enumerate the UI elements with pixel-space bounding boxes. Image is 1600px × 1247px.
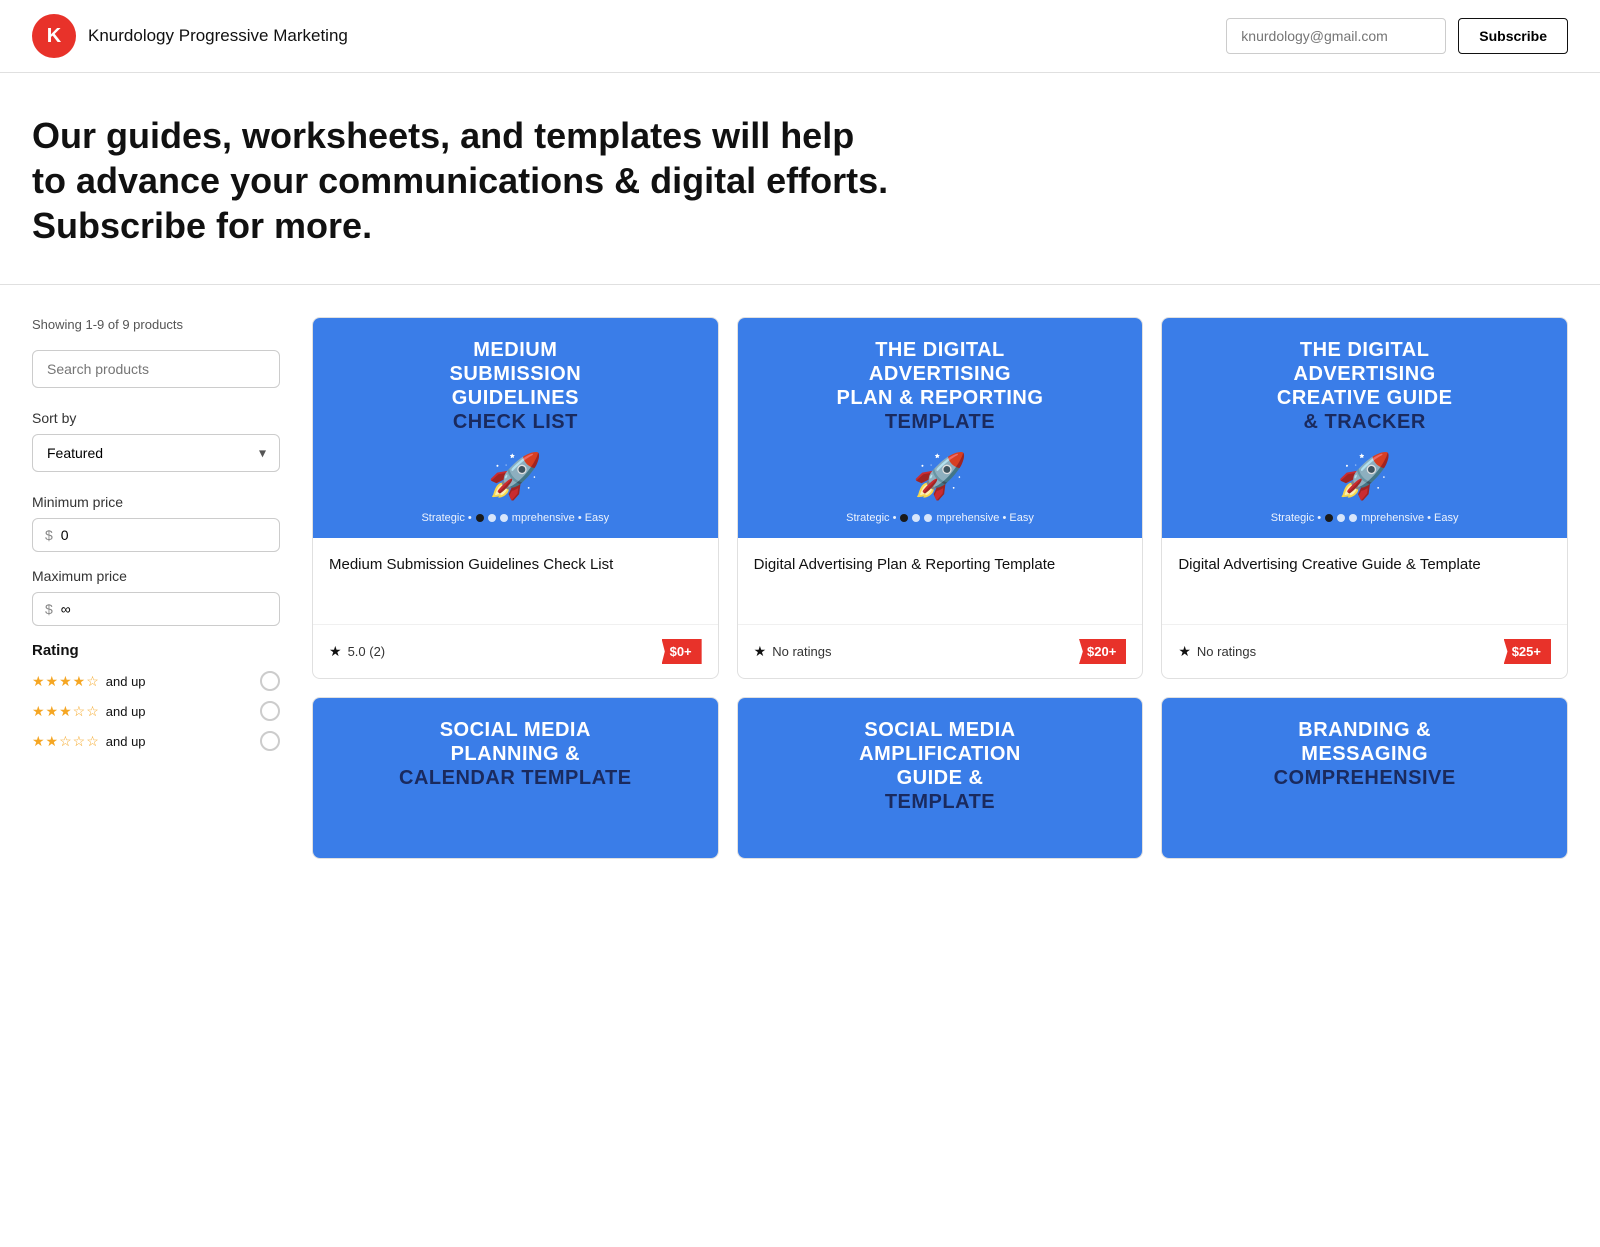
stars-2: ★★☆☆☆ and up [32,733,146,750]
rating-section: Rating ★★★★☆ and up ★★★☆☆ and up ★★☆☆☆ a… [32,642,280,751]
product-card-5[interactable]: SOCIAL MEDIAAMPLIFICATIONGUIDE & TEMPLAT… [737,697,1144,859]
product-card-4[interactable]: SOCIAL MEDIAPLANNING & CALENDAR TEMPLATE [312,697,719,859]
product-name-1: Medium Submission Guidelines Check List [329,554,702,614]
rating-display-1: ★ 5.0 (2) [329,643,385,660]
header-left: K Knurdology Progressive Marketing [32,14,348,58]
rocket-icon-2: 🚀 [913,450,968,502]
main-content: Showing 1-9 of 9 products Sort by Featur… [0,285,1600,891]
price-badge-1: $0+ [662,639,702,664]
card-title-6: BRANDING &MESSAGING COMPREHENSIVE [1274,718,1456,790]
card-body-2: Digital Advertising Plan & Reporting Tem… [738,538,1143,614]
max-price-wrap: $ [32,592,280,626]
card-title-1: MEDIUMSUBMISSIONGUIDELINES CHECK LIST [449,338,581,434]
card-title-4: SOCIAL MEDIAPLANNING & CALENDAR TEMPLATE [399,718,632,790]
logo-icon: K [32,14,76,58]
min-price-label: Minimum price [32,494,280,510]
rating-value-3: No ratings [1197,644,1256,659]
product-name-2: Digital Advertising Plan & Reporting Tem… [754,554,1127,614]
max-price-label: Maximum price [32,568,280,584]
product-card-6[interactable]: BRANDING &MESSAGING COMPREHENSIVE [1161,697,1568,859]
card-banner-2: THE DIGITALADVERTISINGPLAN & REPORTING T… [738,318,1143,538]
sidebar: Showing 1-9 of 9 products Sort by Featur… [32,317,312,859]
card-body-3: Digital Advertising Creative Guide & Tem… [1162,538,1567,614]
card-title-2: THE DIGITALADVERTISINGPLAN & REPORTING T… [837,338,1044,434]
stars-3: ★★★☆☆ and up [32,703,146,720]
star-icon-2: ★ [754,643,767,660]
star-icon-3: ★ [1178,643,1191,660]
card-footer-2: ★ No ratings $20+ [738,624,1143,678]
search-wrap [32,350,280,388]
card-footer-3: ★ No ratings $25+ [1162,624,1567,678]
rating-row-2: ★★☆☆☆ and up [32,731,280,751]
min-price-input[interactable] [61,527,267,543]
card-footer-1: ★ 5.0 (2) $0+ [313,624,718,678]
card-tags-3: Strategic • mprehensive • Easy [1271,512,1459,524]
showing-count: Showing 1-9 of 9 products [32,317,280,332]
product-card-2[interactable]: THE DIGITALADVERTISINGPLAN & REPORTING T… [737,317,1144,679]
rating-row-3: ★★★☆☆ and up [32,701,280,721]
card-tags-1: Strategic • mprehensive • Easy [421,512,609,524]
card-body-1: Medium Submission Guidelines Check List [313,538,718,614]
products-grid: MEDIUMSUBMISSIONGUIDELINES CHECK LIST 🚀 … [312,317,1568,859]
dollar-icon: $ [45,527,53,543]
product-card-1[interactable]: MEDIUMSUBMISSIONGUIDELINES CHECK LIST 🚀 … [312,317,719,679]
rating-radio-3[interactable] [260,701,280,721]
brand-name: Knurdology Progressive Marketing [88,26,348,46]
subscribe-button[interactable]: Subscribe [1458,18,1568,54]
rating-value-2: No ratings [772,644,831,659]
sort-select[interactable]: Featured Price: Low to High Price: High … [32,434,280,472]
dollar-icon-2: $ [45,601,53,617]
card-tags-2: Strategic • mprehensive • Easy [846,512,1034,524]
rating-row-4: ★★★★☆ and up [32,671,280,691]
card-banner-6: BRANDING &MESSAGING COMPREHENSIVE [1162,698,1567,858]
price-badge-3: $25+ [1504,639,1551,664]
card-banner-3: THE DIGITALADVERTISINGCREATIVE GUIDE & T… [1162,318,1567,538]
star-icon-1: ★ [329,643,342,660]
email-input[interactable] [1226,18,1446,54]
rating-display-3: ★ No ratings [1178,643,1256,660]
rocket-icon-1: 🚀 [488,450,543,502]
price-badge-2: $20+ [1079,639,1126,664]
stars-4: ★★★★☆ and up [32,673,146,690]
rocket-icon-3: 🚀 [1337,450,1392,502]
rating-title: Rating [32,642,280,659]
card-banner-1: MEDIUMSUBMISSIONGUIDELINES CHECK LIST 🚀 … [313,318,718,538]
card-banner-4: SOCIAL MEDIAPLANNING & CALENDAR TEMPLATE [313,698,718,858]
card-title-5: SOCIAL MEDIAAMPLIFICATIONGUIDE & TEMPLAT… [859,718,1021,814]
rating-display-2: ★ No ratings [754,643,832,660]
product-card-3[interactable]: THE DIGITALADVERTISINGCREATIVE GUIDE & T… [1161,317,1568,679]
product-name-3: Digital Advertising Creative Guide & Tem… [1178,554,1551,614]
card-title-3: THE DIGITALADVERTISINGCREATIVE GUIDE & T… [1277,338,1453,434]
hero-section: Our guides, worksheets, and templates wi… [0,73,1600,285]
card-banner-5: SOCIAL MEDIAAMPLIFICATIONGUIDE & TEMPLAT… [738,698,1143,858]
rating-radio-4[interactable] [260,671,280,691]
rating-radio-2[interactable] [260,731,280,751]
header: K Knurdology Progressive Marketing Subsc… [0,0,1600,73]
hero-text: Our guides, worksheets, and templates wi… [32,113,892,248]
search-input[interactable] [32,350,280,388]
max-price-input[interactable] [61,601,267,617]
header-right: Subscribe [1226,18,1568,54]
rating-value-1: 5.0 (2) [348,644,386,659]
min-price-wrap: $ [32,518,280,552]
sort-select-wrap: Featured Price: Low to High Price: High … [32,434,280,472]
products-area: MEDIUMSUBMISSIONGUIDELINES CHECK LIST 🚀 … [312,317,1568,859]
sort-label: Sort by [32,410,280,426]
